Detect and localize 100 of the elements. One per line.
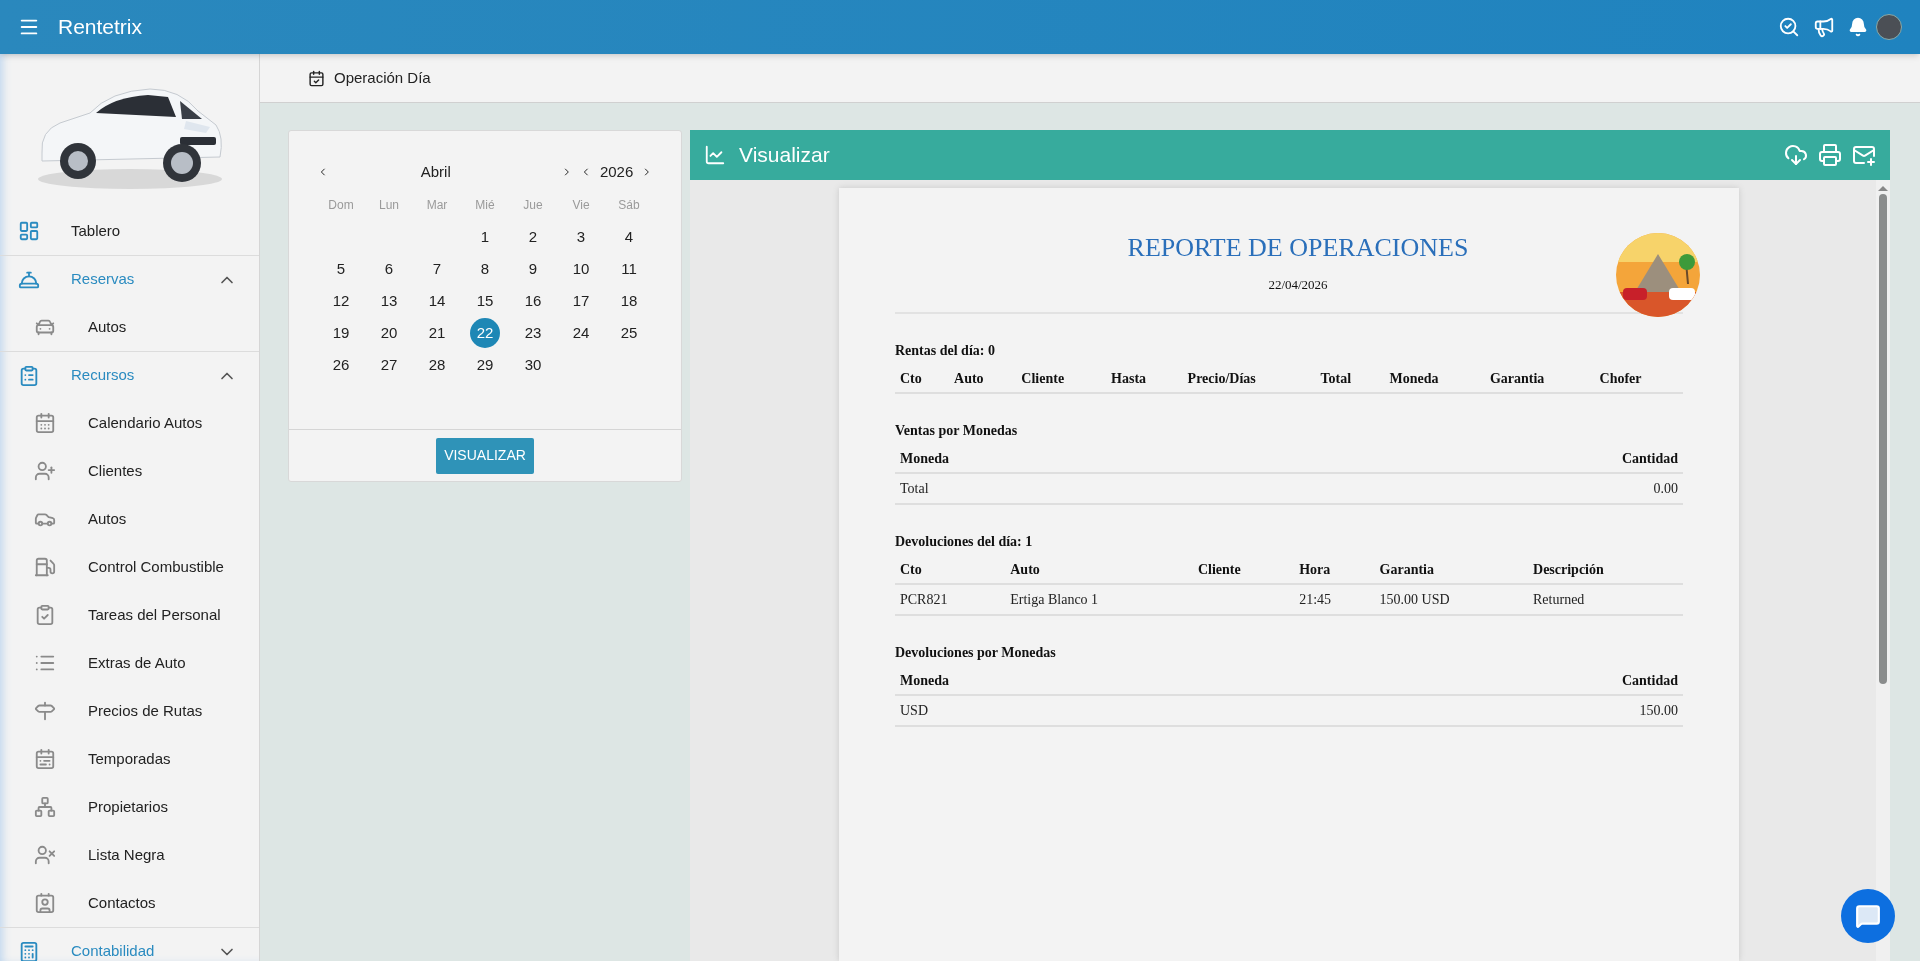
sidebar-item[interactable]: Autos bbox=[88, 315, 127, 339]
column-header: Moneda bbox=[1389, 371, 1439, 386]
notification-icon[interactable] bbox=[1848, 17, 1868, 37]
app-title: Rentetrix bbox=[58, 14, 143, 41]
column-header: Cantidad bbox=[1621, 673, 1678, 688]
calendar-day[interactable]: 23 bbox=[518, 318, 548, 348]
month-label[interactable]: Abril bbox=[420, 160, 509, 184]
year-label[interactable]: 2026 bbox=[599, 160, 634, 184]
calendar-day[interactable]: 21 bbox=[422, 318, 452, 348]
calendar-day[interactable]: 15 bbox=[470, 286, 500, 316]
network-icon bbox=[34, 796, 56, 818]
sidebar-item[interactable]: Propietarios bbox=[88, 795, 169, 819]
fuel-icon bbox=[34, 556, 56, 578]
megaphone-icon[interactable] bbox=[1813, 16, 1835, 38]
calendar-day[interactable]: 17 bbox=[566, 286, 596, 316]
signpost-icon bbox=[34, 700, 56, 722]
calendar-day[interactable]: 24 bbox=[566, 318, 596, 348]
calendar-day[interactable]: 28 bbox=[422, 350, 452, 380]
table-cell: 21:45 bbox=[1299, 592, 1332, 607]
calendar-day[interactable]: 8 bbox=[470, 254, 500, 284]
calendar-icon bbox=[34, 748, 56, 770]
column-header: Descripción bbox=[1533, 562, 1604, 577]
sidebar-item[interactable]: Control Combustible bbox=[88, 555, 224, 579]
calendar-day[interactable]: 13 bbox=[374, 286, 404, 316]
sidebar-item[interactable]: Tareas del Personal bbox=[88, 603, 221, 627]
weekday-label: Vie bbox=[571, 197, 591, 214]
column-header: Moneda bbox=[900, 451, 949, 466]
sidebar-item[interactable]: Tablero bbox=[71, 219, 121, 243]
calendar-day[interactable]: 12 bbox=[326, 286, 356, 316]
visualize-button[interactable]: VISUALIZAR bbox=[436, 437, 534, 474]
table-cell: 150.00 bbox=[1639, 703, 1678, 718]
calendar-day[interactable]: 4 bbox=[614, 222, 644, 252]
calendar-day[interactable]: 18 bbox=[614, 286, 644, 316]
calendar-day[interactable]: 1 bbox=[470, 222, 500, 252]
calendar-day[interactable]: 22 bbox=[470, 318, 500, 348]
calendar-day[interactable]: 11 bbox=[614, 254, 644, 284]
calendar-day[interactable]: 16 bbox=[518, 286, 548, 316]
sidebar-item[interactable]: Lista Negra bbox=[88, 843, 165, 867]
calendar-day[interactable]: 30 bbox=[518, 350, 548, 380]
weekday-label: Mié bbox=[474, 197, 496, 214]
column-header: Moneda bbox=[900, 673, 949, 688]
print-icon[interactable] bbox=[1818, 143, 1842, 167]
column-header: Cliente bbox=[1021, 371, 1065, 386]
calendar-day[interactable]: 3 bbox=[566, 222, 596, 252]
table-cell: 0.00 bbox=[1653, 481, 1678, 496]
sidebar-item[interactable]: Precios de Rutas bbox=[88, 699, 203, 723]
table-cell: 150.00 USD bbox=[1379, 592, 1450, 607]
calendar-day[interactable]: 29 bbox=[470, 350, 500, 380]
calendar-day[interactable]: 10 bbox=[566, 254, 596, 284]
user-x-icon bbox=[34, 844, 56, 866]
column-header: Garantia bbox=[1489, 371, 1545, 386]
calendar-day[interactable]: 20 bbox=[374, 318, 404, 348]
sidebar-item[interactable]: Calendario Autos bbox=[88, 411, 203, 435]
sidebar-item[interactable]: Reservas bbox=[71, 268, 135, 291]
sidebar-item[interactable]: Contactos bbox=[88, 891, 156, 915]
calendar-day[interactable]: 7 bbox=[422, 254, 452, 284]
section-heading: Devoluciones por Monedas bbox=[895, 644, 1057, 662]
dashboard-icon bbox=[18, 220, 40, 242]
clipboard-icon bbox=[18, 364, 40, 387]
weekday-label: Sáb bbox=[617, 197, 641, 214]
column-header: Hora bbox=[1299, 562, 1331, 577]
user-icon bbox=[34, 460, 56, 482]
calendar-day[interactable]: 2 bbox=[518, 222, 548, 252]
avatar[interactable] bbox=[1876, 14, 1902, 40]
contact-icon bbox=[34, 892, 56, 914]
breadcrumb: Operación Día bbox=[334, 67, 431, 88]
column-header: Precio/Días bbox=[1187, 371, 1256, 386]
section-heading: Ventas por Monedas bbox=[895, 422, 1019, 440]
table-cell: Returned bbox=[1533, 592, 1585, 607]
section-heading: Rentas del día: 0 bbox=[895, 342, 996, 360]
scrollbar[interactable] bbox=[1876, 180, 1890, 961]
sidebar-item[interactable]: Extras de Auto bbox=[88, 651, 186, 675]
calendar-day[interactable]: 9 bbox=[518, 254, 548, 284]
sidebar-item[interactable]: Temporadas bbox=[88, 747, 171, 771]
sidebar-item[interactable]: Autos bbox=[88, 507, 127, 531]
calendar-day[interactable]: 14 bbox=[422, 286, 452, 316]
weekday-label: Jue bbox=[522, 197, 544, 214]
weekday-label: Mar bbox=[425, 197, 449, 214]
table-cell: Ertiga Blanco 1 bbox=[1010, 592, 1099, 607]
download-icon[interactable] bbox=[1784, 143, 1808, 167]
column-header: Hasta bbox=[1111, 371, 1147, 386]
calendar-day[interactable]: 25 bbox=[614, 318, 644, 348]
calculator-icon bbox=[18, 940, 40, 961]
search-icon[interactable] bbox=[1778, 16, 1800, 38]
calendar-day[interactable]: 6 bbox=[374, 254, 404, 284]
calendar-day[interactable]: 27 bbox=[374, 350, 404, 380]
report-title: REPORTE DE OPERACIONES bbox=[1127, 232, 1469, 264]
weekday-label: Lun bbox=[378, 197, 400, 214]
column-header: Cantidad bbox=[1621, 451, 1678, 466]
calendar-day[interactable]: 19 bbox=[326, 318, 356, 348]
column-header: Cto bbox=[900, 371, 922, 386]
sidebar-item[interactable]: Clientes bbox=[88, 459, 143, 483]
column-header: Auto bbox=[954, 371, 984, 386]
chat-icon bbox=[1855, 903, 1881, 929]
calendar-icon bbox=[34, 412, 56, 434]
mail-icon[interactable] bbox=[1852, 143, 1876, 167]
calendar-day[interactable]: 5 bbox=[326, 254, 356, 284]
table-cell: USD bbox=[900, 703, 928, 718]
calendar-day[interactable]: 26 bbox=[326, 350, 356, 380]
table-cell: PCR821 bbox=[900, 592, 948, 607]
